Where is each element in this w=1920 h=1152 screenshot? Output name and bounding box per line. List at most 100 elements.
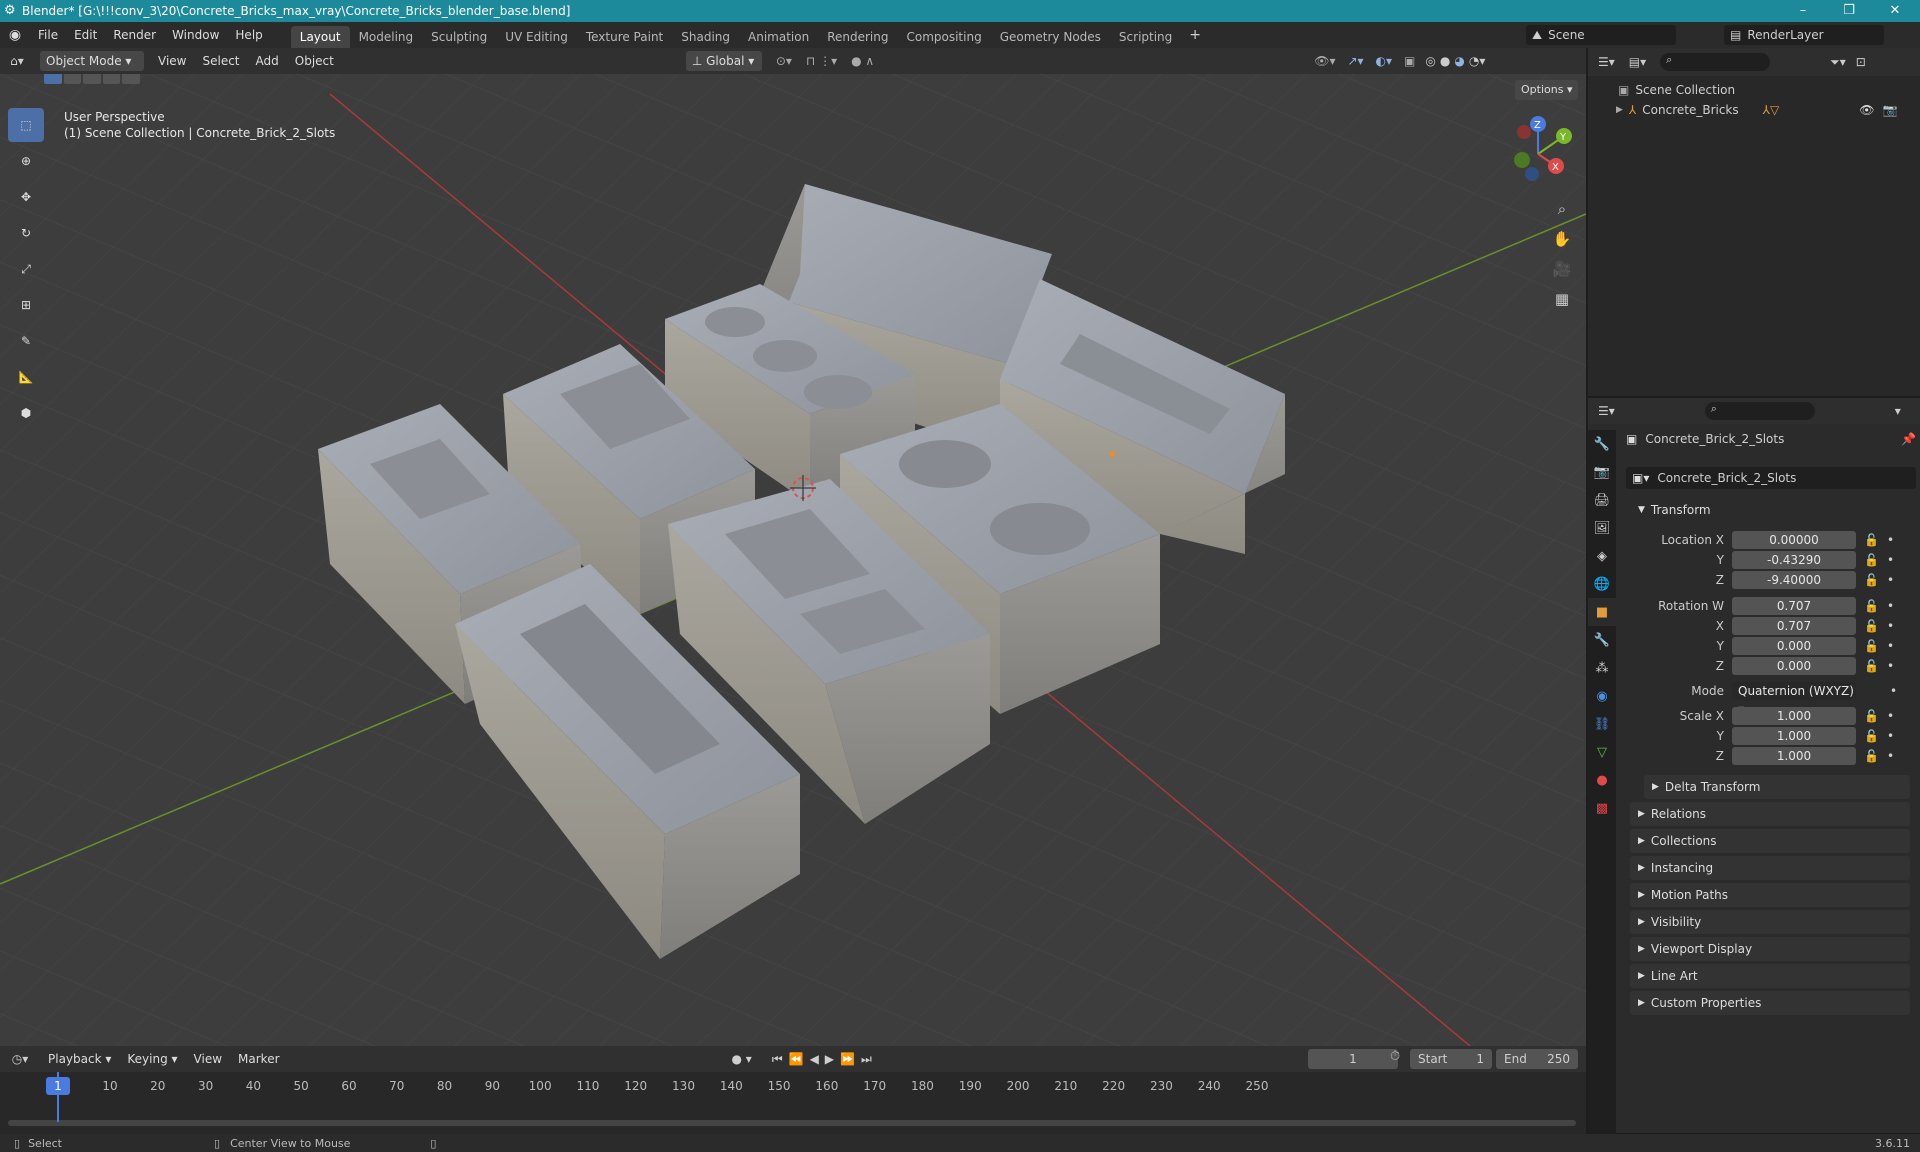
viewport-menu-object[interactable]: Object [287, 54, 342, 68]
rotation-y-field[interactable]: 0.000 [1732, 637, 1856, 655]
menu-window[interactable]: Window [164, 22, 227, 48]
location-z-field[interactable]: -9.40000 [1732, 571, 1856, 589]
timeline-menu-view[interactable]: View [186, 1052, 230, 1066]
menu-help[interactable]: Help [227, 22, 270, 48]
select-new-icon[interactable] [44, 74, 62, 84]
scale-y-field[interactable]: 1.000 [1732, 727, 1856, 745]
world-properties-icon[interactable]: 🌐 [1588, 570, 1616, 598]
physics-icon[interactable]: ◉ [1588, 682, 1616, 710]
orientation-selector[interactable]: ⊥ Global ▾ [685, 51, 762, 71]
constraints-icon[interactable]: ⛓ [1588, 710, 1616, 738]
shading-rendered-icon[interactable]: ◔▾ [1469, 54, 1486, 68]
viewport-menu-select[interactable]: Select [194, 54, 247, 68]
zoom-icon[interactable]: ⌕ [1548, 194, 1576, 224]
properties-options-icon[interactable]: ▾ [1895, 404, 1901, 418]
timeline-area[interactable] [0, 1072, 1586, 1134]
lock-icon[interactable]: 🔓 [1864, 639, 1879, 653]
lock-icon[interactable]: 🔓 [1864, 749, 1879, 763]
viewport-menu-add[interactable]: Add [248, 54, 287, 68]
lock-icon[interactable]: 🔓 [1864, 573, 1879, 587]
render-layer-selector[interactable]: ▤ RenderLayer [1724, 25, 1884, 45]
lock-icon[interactable]: 🔓 [1864, 533, 1879, 547]
shading-material-icon[interactable]: ◕ [1454, 54, 1464, 68]
blender-menu-icon[interactable]: ◉ [0, 27, 30, 43]
line-art-panel[interactable]: ▶ Line Art [1630, 964, 1910, 988]
outliner-row-concrete-bricks[interactable]: ▶ ⅄ Concrete_Bricks ⅄▽ 👁 📷 [1588, 100, 1920, 120]
object-data-icon[interactable]: ▽ [1588, 738, 1616, 766]
scale-z-field[interactable]: 1.000 [1732, 747, 1856, 765]
pan-hand-icon[interactable]: ✋ [1548, 224, 1576, 254]
timeline-scrollbar[interactable] [8, 1120, 1576, 1126]
annotate-tool-icon[interactable]: ✎ [8, 324, 44, 358]
keyframe-dot-icon[interactable]: • [1887, 639, 1894, 653]
relations-panel[interactable]: ▶ Relations [1630, 802, 1910, 826]
keyframe-dot-icon[interactable]: • [1887, 729, 1894, 743]
lock-icon[interactable]: 🔓 [1864, 553, 1879, 567]
rotation-mode-dropdown[interactable]: Quaternion (WXYZ) ▾ [1732, 682, 1856, 716]
menu-render[interactable]: Render [105, 22, 164, 48]
display-mode-icon[interactable]: ▤▾ [1629, 55, 1646, 69]
lock-icon[interactable]: 🔓 [1864, 599, 1879, 613]
overlay-toggle-icon[interactable]: ◐▾ [1376, 54, 1393, 68]
object-type-icon[interactable]: ▣▾ [1632, 471, 1649, 485]
maximize-icon[interactable]: ❐ [1826, 0, 1872, 22]
playback-controls[interactable]: ⏮⏪◀▶⏩⏭ [772, 1052, 878, 1067]
object-properties-icon[interactable]: ■ [1588, 598, 1616, 626]
scale-tool-icon[interactable]: ⤢ [8, 252, 44, 286]
texture-icon[interactable]: ▩ [1588, 794, 1616, 822]
properties-search-input[interactable]: ⌕ [1704, 402, 1815, 420]
keyframe-dot-icon[interactable]: • [1887, 659, 1894, 673]
properties-editor-icon[interactable]: ☰▾ [1598, 404, 1615, 418]
lock-icon[interactable]: 🔓 [1864, 659, 1879, 673]
options-button[interactable]: Options ▾ [1515, 80, 1579, 100]
lock-icon[interactable]: 🔓 [1864, 729, 1879, 743]
viewport-display-panel[interactable]: ▶ Viewport Display [1630, 937, 1910, 961]
select-intersect-icon[interactable] [122, 74, 140, 84]
shading-solid-icon[interactable]: ● [1440, 54, 1450, 68]
viewport-menu-view[interactable]: View [150, 54, 194, 68]
add-cube-tool-icon[interactable]: ⬢ [8, 396, 44, 430]
location-y-field[interactable]: -0.43290 [1732, 551, 1856, 569]
select-mode-buttons[interactable] [44, 74, 140, 86]
measure-tool-icon[interactable]: 📐 [8, 360, 44, 394]
timeline-editor-icon[interactable]: ◷▾ [0, 1052, 40, 1066]
lock-icon[interactable]: 🔓 [1864, 709, 1879, 723]
snap-icon[interactable]: ⊓ ⋮▾ [806, 54, 837, 68]
tab-geometry-nodes[interactable]: Geometry Nodes [991, 26, 1110, 48]
render-properties-icon[interactable]: 📷 [1588, 458, 1616, 486]
location-x-field[interactable]: 0.00000 [1732, 531, 1856, 549]
object-name-field[interactable]: ▣▾ Concrete_Brick_2_Slots [1626, 467, 1916, 489]
outliner-editor-icon[interactable]: ☰▾ [1598, 55, 1615, 69]
keyframe-dot-icon[interactable]: • [1890, 684, 1897, 698]
select-extend-icon[interactable] [63, 74, 82, 84]
outliner-search-input[interactable]: ⌕ [1660, 53, 1771, 71]
keyframe-dot-icon[interactable]: • [1887, 533, 1894, 547]
cursor-tool-icon[interactable]: ⊕ [8, 144, 44, 178]
minimize-icon[interactable]: – [1780, 0, 1826, 22]
tab-modeling[interactable]: Modeling [350, 26, 423, 48]
mode-selector[interactable]: Object Mode ▾ [40, 51, 144, 71]
keyframe-dot-icon[interactable]: • [1887, 573, 1894, 587]
rotation-x-field[interactable]: 0.707 [1732, 617, 1856, 635]
move-tool-icon[interactable]: ✥ [8, 180, 44, 214]
scene-properties-icon[interactable]: ◈ [1588, 542, 1616, 570]
tab-scripting[interactable]: Scripting [1110, 26, 1181, 48]
pivot-icon[interactable]: ⊙▾ [776, 54, 792, 68]
motion-paths-panel[interactable]: ▶ Motion Paths [1630, 883, 1910, 907]
current-frame-field[interactable]: 1 [1308, 1049, 1398, 1069]
timeline-menu-marker[interactable]: Marker [230, 1052, 287, 1066]
start-frame-field[interactable]: Start 1 [1410, 1049, 1492, 1069]
tab-compositing[interactable]: Compositing [897, 26, 990, 48]
tool-properties-icon[interactable]: 🔧 [1588, 430, 1616, 458]
filter-icon[interactable]: ⏷▾ [1830, 55, 1846, 70]
tab-layout[interactable]: Layout [290, 26, 350, 48]
output-properties-icon[interactable]: 🖨 [1588, 486, 1616, 514]
keyframe-dot-icon[interactable]: • [1887, 599, 1894, 613]
instancing-panel[interactable]: ▶ Instancing [1630, 856, 1910, 880]
rotation-z-field[interactable]: 0.000 [1732, 657, 1856, 675]
tab-sculpting[interactable]: Sculpting [422, 26, 496, 48]
collections-panel[interactable]: ▶ Collections [1630, 829, 1910, 853]
tab-uv-editing[interactable]: UV Editing [496, 26, 577, 48]
delta-transform-panel[interactable]: ▶ Delta Transform [1644, 775, 1910, 799]
xray-icon[interactable]: ▣ [1404, 54, 1415, 68]
